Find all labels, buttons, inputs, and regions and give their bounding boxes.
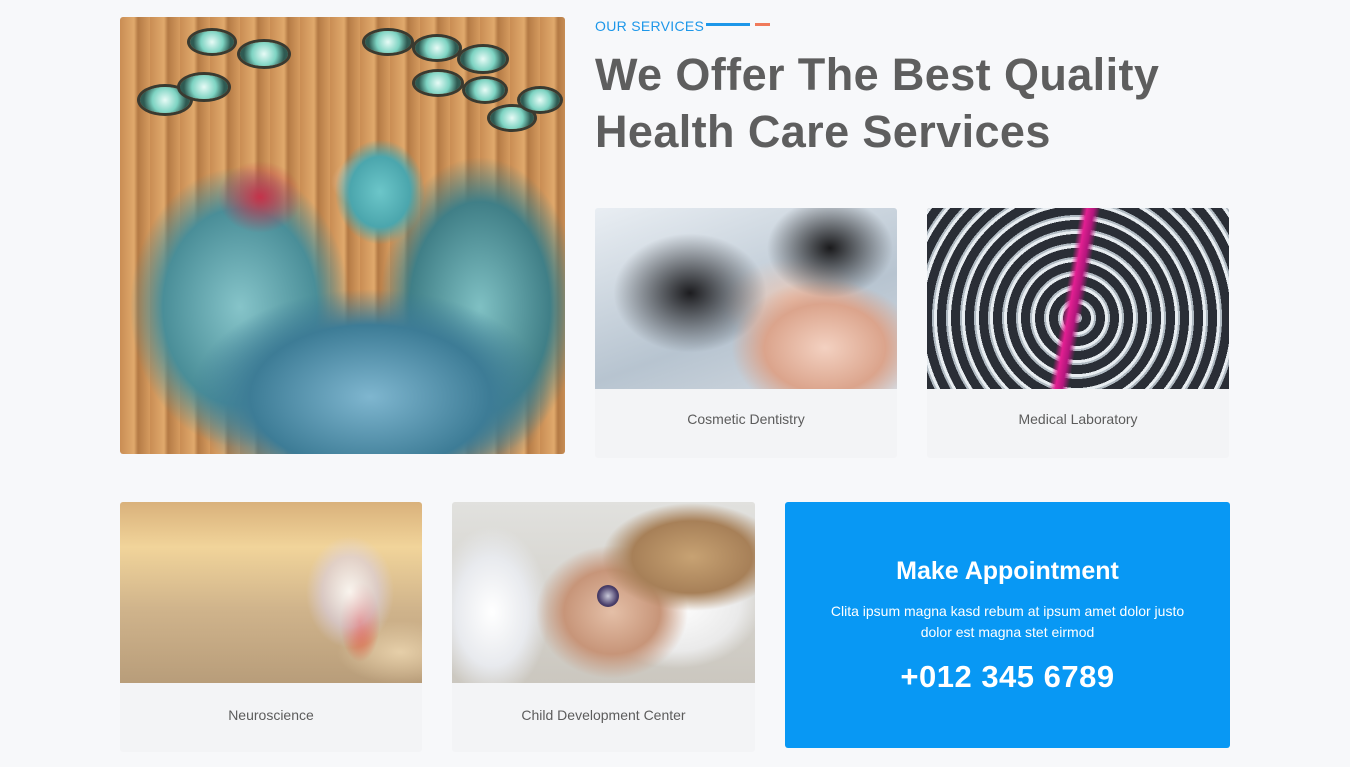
tag-underline-blue — [706, 23, 750, 26]
headline-line2: Health Care Services — [595, 106, 1051, 157]
appointment-title: Make Appointment — [896, 557, 1119, 585]
service-label[interactable]: Child Development Center — [452, 707, 755, 723]
laboratory-photo — [927, 208, 1229, 389]
service-label[interactable]: Neuroscience — [120, 707, 422, 723]
service-card-neuroscience[interactable]: Neuroscience — [120, 502, 422, 752]
service-card-child-development[interactable]: Child Development Center — [452, 502, 755, 752]
surgery-photo — [120, 17, 565, 454]
page-title: We Offer The Best Quality Health Care Se… — [595, 46, 1295, 160]
child-development-photo — [452, 502, 755, 683]
neuroscience-photo — [120, 502, 422, 683]
stethoscope-icon — [597, 585, 619, 607]
tag-underline-orange — [755, 23, 770, 26]
service-card-laboratory[interactable]: Medical Laboratory — [927, 208, 1229, 458]
appointment-phone[interactable]: +012 345 6789 — [785, 659, 1230, 695]
appointment-panel: Make Appointment Clita ipsum magna kasd … — [785, 502, 1230, 748]
service-card-dentistry[interactable]: Cosmetic Dentistry — [595, 208, 897, 458]
service-label[interactable]: Medical Laboratory — [927, 411, 1229, 427]
service-label[interactable]: Cosmetic Dentistry — [595, 411, 897, 427]
dentistry-photo — [595, 208, 897, 389]
appointment-text: Clita ipsum magna kasd rebum at ipsum am… — [830, 603, 1185, 640]
headline-line1: We Offer The Best Quality — [595, 49, 1160, 100]
section-tag: OUR SERVICES — [595, 18, 705, 34]
